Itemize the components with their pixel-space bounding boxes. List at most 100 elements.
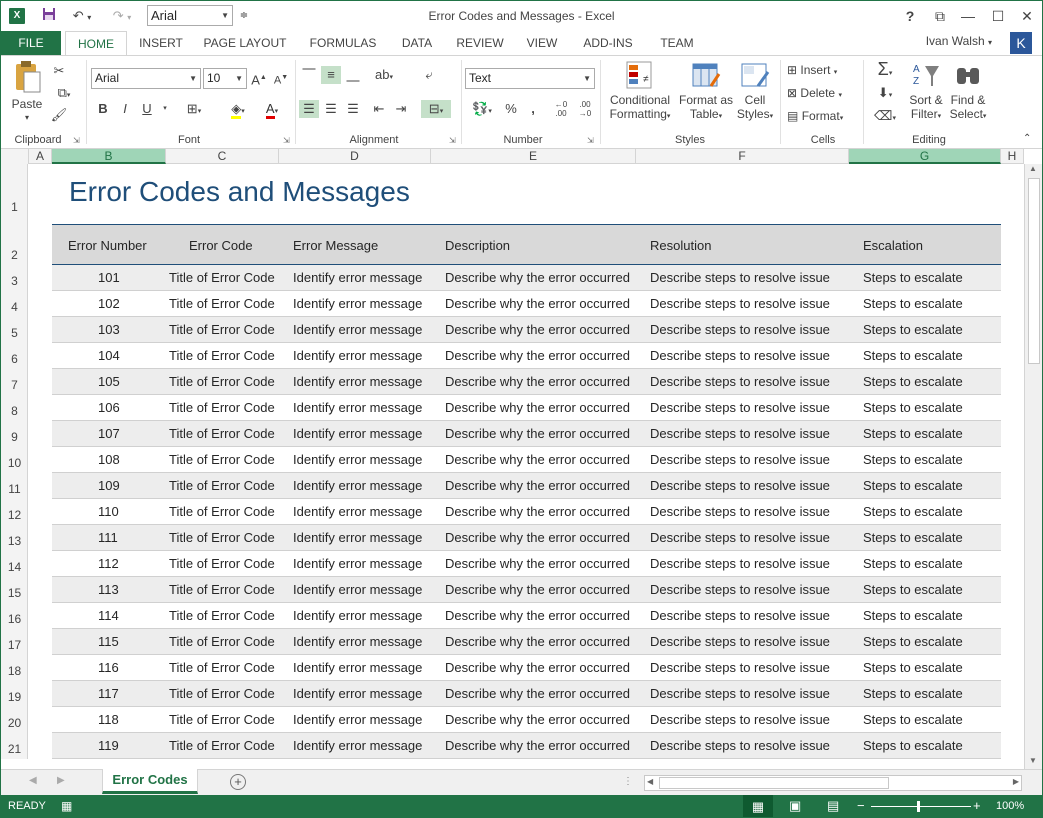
cell-error-number[interactable]: 104 [98,348,120,363]
cell-resolution[interactable]: Describe steps to resolve issue [650,504,830,519]
cell-resolution[interactable]: Describe steps to resolve issue [650,608,830,623]
cell-resolution[interactable]: Describe steps to resolve issue [650,686,830,701]
row-header[interactable]: 11 [1,482,28,496]
cell-description[interactable]: Describe why the error occurred [445,452,630,467]
percent-style-button[interactable]: % [501,100,521,118]
column-header-d[interactable]: D [279,149,431,164]
add-sheet-button[interactable]: + [230,774,246,790]
cell-escalation[interactable]: Steps to escalate [863,712,963,727]
cell-error-number[interactable]: 107 [98,426,120,441]
cell-error-code[interactable]: Title of Error Code [169,322,275,337]
format-cells-button[interactable]: ▤ Format▾ [787,109,843,126]
row-header[interactable]: 6 [1,352,28,366]
cell-error-code[interactable]: Title of Error Code [169,270,275,285]
cell-description[interactable]: Describe why the error occurred [445,530,630,545]
cell-error-message[interactable]: Identify error message [293,712,422,727]
cell-resolution[interactable]: Describe steps to resolve issue [650,296,830,311]
page-break-preview-icon[interactable]: ▤ [827,798,839,814]
tab-review[interactable]: REVIEW [451,31,509,55]
cell-error-code[interactable]: Title of Error Code [169,660,275,675]
autosum-icon[interactable]: Σ▾ [869,60,901,78]
row-header[interactable]: 17 [1,638,28,652]
cell-error-code[interactable]: Title of Error Code [169,556,275,571]
cell-error-message[interactable]: Identify error message [293,374,422,389]
align-left-icon[interactable]: ☰ [299,100,319,118]
cell-escalation[interactable]: Steps to escalate [863,660,963,675]
cell-description[interactable]: Describe why the error occurred [445,426,630,441]
wrap-text-icon[interactable]: ⤶ [419,66,439,84]
paste-button[interactable]: Paste ▾ [9,60,45,126]
ribbon-display-options-button[interactable]: ⧉ [929,5,951,27]
cell-resolution[interactable]: Describe steps to resolve issue [650,660,830,675]
cell-error-number[interactable]: 114 [98,608,119,623]
row-header[interactable]: 9 [1,430,28,444]
cell-resolution[interactable]: Describe steps to resolve issue [650,712,830,727]
cell-error-message[interactable]: Identify error message [293,556,422,571]
minimize-button[interactable]: — [957,5,979,27]
delete-cells-button[interactable]: ⊠ Delete ▾ [787,86,842,103]
cell-error-number[interactable]: 111 [98,530,118,545]
cell-escalation[interactable]: Steps to escalate [863,582,963,597]
font-color-icon[interactable]: A▾ [257,100,287,119]
cell-error-message[interactable]: Identify error message [293,608,422,623]
cell-error-number[interactable]: 113 [98,582,119,597]
sort-filter-button[interactable]: AZ Sort & Filter▾ [905,60,947,124]
bold-button[interactable]: B [93,100,113,118]
cell-description[interactable]: Describe why the error occurred [445,400,630,415]
cell-escalation[interactable]: Steps to escalate [863,530,963,545]
cell-description[interactable]: Describe why the error occurred [445,686,630,701]
row-header[interactable]: 20 [1,716,28,730]
number-launcher-icon[interactable]: ⇲ [587,136,594,145]
cell-error-number[interactable]: 103 [98,322,120,337]
cell-escalation[interactable]: Steps to escalate [863,504,963,519]
row-header[interactable]: 13 [1,534,28,548]
cell-error-message[interactable]: Identify error message [293,348,422,363]
cell-description[interactable]: Describe why the error occurred [445,348,630,363]
middle-align-icon[interactable]: ≡ [321,66,341,84]
tab-team[interactable]: TEAM [651,31,703,55]
vertical-scrollbar[interactable]: ▲ ▼ [1024,164,1042,769]
row-header[interactable]: 16 [1,612,28,626]
cell-escalation[interactable]: Steps to escalate [863,608,963,623]
maximize-button[interactable]: ☐ [987,5,1009,27]
cell-error-code[interactable]: Title of Error Code [169,426,275,441]
column-header-a[interactable]: A [29,149,52,164]
cell-error-number[interactable]: 115 [98,634,119,649]
cell-error-number[interactable]: 119 [98,738,119,753]
row-header[interactable]: 10 [1,456,28,470]
cell-escalation[interactable]: Steps to escalate [863,400,963,415]
tab-file[interactable]: FILE [1,31,61,55]
horizontal-scrollbar[interactable]: ◀ ▶ [644,775,1022,791]
underline-dropdown-icon[interactable]: ▾ [155,100,175,118]
horizontal-scroll-thumb[interactable] [659,777,889,789]
cell-escalation[interactable]: Steps to escalate [863,478,963,493]
borders-icon[interactable]: ⊞▾ [179,100,209,118]
cell-styles-button[interactable]: Cell Styles▾ [735,60,775,124]
scroll-left-icon[interactable]: ◀ [647,777,653,786]
font-size-combo[interactable]: 10 ▼ [203,68,247,89]
cell-error-code[interactable]: Title of Error Code [169,582,275,597]
cell-escalation[interactable]: Steps to escalate [863,686,963,701]
orientation-icon[interactable]: ab▾ [369,66,399,84]
row-header[interactable]: 4 [1,300,28,314]
column-header-b[interactable]: B [52,149,166,164]
increase-decimal-icon[interactable]: ←0.00 [551,100,571,118]
find-select-button[interactable]: Find & Select▾ [947,60,989,124]
align-right-icon[interactable]: ☰ [343,100,363,118]
cell-error-message[interactable]: Identify error message [293,478,422,493]
insert-cells-button[interactable]: ⊞ Insert ▾ [787,63,837,80]
cell-error-code[interactable]: Title of Error Code [169,374,275,389]
avatar[interactable]: K [1010,32,1032,54]
row-header[interactable]: 18 [1,664,28,678]
cell-error-number[interactable]: 117 [98,686,119,701]
cell-resolution[interactable]: Describe steps to resolve issue [650,556,830,571]
cell-resolution[interactable]: Describe steps to resolve issue [650,634,830,649]
cell-error-message[interactable]: Identify error message [293,634,422,649]
tab-insert[interactable]: INSERT [131,31,191,55]
cell-escalation[interactable]: Steps to escalate [863,738,963,753]
cell-description[interactable]: Describe why the error occurred [445,374,630,389]
decrease-indent-icon[interactable]: ⇤ [369,100,389,118]
cell-error-code[interactable]: Title of Error Code [169,686,275,701]
tab-view[interactable]: VIEW [519,31,565,55]
cell-error-number[interactable]: 109 [98,478,120,493]
